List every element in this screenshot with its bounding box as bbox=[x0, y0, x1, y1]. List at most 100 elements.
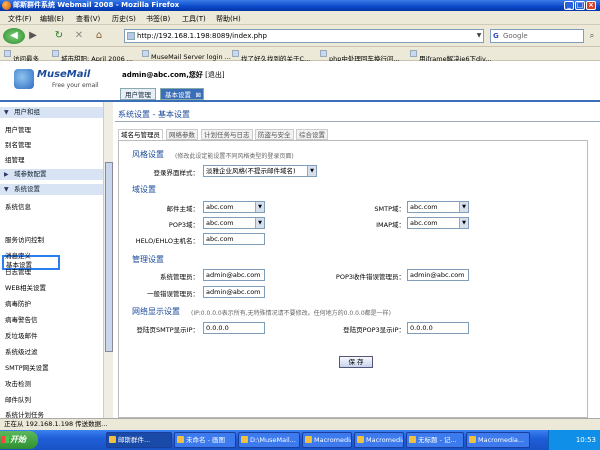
close-window-button[interactable]: × bbox=[586, 1, 596, 10]
sidebar-section-domain-config[interactable]: ▶ 域参数配置 bbox=[0, 169, 103, 180]
sidebar-item-virus-alert[interactable]: 病毒警告信 bbox=[5, 314, 38, 324]
system-tray: 10:53 bbox=[548, 430, 600, 450]
bookmark-most-visited[interactable]: 访问最多 bbox=[4, 50, 39, 63]
sidebar-item-service-access[interactable]: 服务访问控制 bbox=[5, 234, 44, 244]
helo-input[interactable]: abc.com bbox=[203, 233, 265, 245]
bookmark-icon bbox=[232, 50, 239, 57]
bookmark-1[interactable]: 城市甜阳: April 2006 ... bbox=[52, 50, 133, 63]
pop3-ip-input[interactable]: 0.0.0.0 bbox=[407, 322, 469, 334]
menu-view[interactable]: 查看(V) bbox=[76, 14, 100, 24]
reload-icon[interactable]: ↻ bbox=[52, 28, 66, 44]
menu-tools[interactable]: 工具(T) bbox=[182, 14, 206, 24]
imap-domain-select[interactable]: abc.com ▼ bbox=[407, 217, 469, 229]
bookmark-icon bbox=[52, 50, 59, 57]
sidebar-item-web-settings[interactable]: WEB相关设置 bbox=[5, 282, 46, 292]
chevron-down-icon: ▼ bbox=[307, 166, 316, 176]
sidebar-item-log-management[interactable]: 日志管理 bbox=[5, 266, 31, 276]
taskbar-item-notepad[interactable]: 无标题 - 记... bbox=[406, 432, 464, 448]
forward-icon[interactable]: ▶ bbox=[27, 28, 39, 44]
status-bar: 正在从 192.168.1.198 传送数据... bbox=[0, 418, 600, 430]
main-domain-value: abc.com bbox=[206, 203, 234, 211]
user-name: admin@abc.com,您好 bbox=[122, 71, 203, 79]
smtp-ip-input[interactable]: 0.0.0.0 bbox=[203, 322, 265, 334]
general-err-admin-input[interactable]: admin@abc.com bbox=[203, 286, 265, 298]
home-icon[interactable]: ⌂ bbox=[92, 28, 106, 44]
start-button[interactable]: 开始 bbox=[0, 431, 38, 449]
tab-basic-settings[interactable]: 基本设置 ⊠ bbox=[160, 88, 204, 100]
firefox-icon bbox=[2, 1, 11, 10]
google-icon: G bbox=[493, 32, 499, 40]
save-button[interactable]: 保 存 bbox=[339, 356, 373, 368]
subtab-network[interactable]: 网络参数 bbox=[166, 129, 198, 140]
sidebar-section-users-groups[interactable]: ▼ 用户和组 bbox=[0, 107, 103, 118]
sidebar-item-alias-management[interactable]: 别名管理 bbox=[5, 139, 31, 149]
taskbar-item-paint[interactable]: 未命名 - 画图 bbox=[174, 432, 236, 448]
bookmark-2[interactable]: MuseMail Server login ... bbox=[142, 50, 231, 61]
sidebar-item-anti-spam[interactable]: 反垃圾邮件 bbox=[5, 330, 38, 340]
menu-bar: 文件(F) 编辑(E) 查看(V) 历史(S) 书签(B) 工具(T) 帮助(H… bbox=[0, 11, 600, 25]
sidebar-item-system-info[interactable]: 系统信息 bbox=[5, 201, 31, 211]
sidebar-item-group-management[interactable]: 组管理 bbox=[5, 154, 25, 164]
sidebar-item-mail-queue[interactable]: 邮件队列 bbox=[5, 394, 31, 404]
login-style-value: 淡雅企业风格(不提示邮件域名) bbox=[206, 167, 296, 175]
menu-history[interactable]: 历史(S) bbox=[112, 14, 136, 24]
sidebar-section-system-settings[interactable]: ▼ 系统设置 bbox=[0, 184, 103, 195]
sidebar-scrollbar[interactable] bbox=[103, 102, 113, 418]
macromedia-icon bbox=[305, 436, 312, 443]
navigation-toolbar: ◀ ▶ ↻ ✕ ⌂ http://192.168.1.198:8089/inde… bbox=[0, 25, 600, 47]
minimize-button[interactable]: _ bbox=[564, 1, 574, 10]
general-err-admin-label: 一般错误管理员： bbox=[147, 290, 199, 298]
chevron-down-icon: ▼ bbox=[255, 202, 264, 212]
sidebar-item-attack-detection[interactable]: 攻击检测 bbox=[5, 378, 31, 388]
sidebar-item-smtp-gateway[interactable]: SMTP网关设置 bbox=[5, 362, 49, 372]
taskbar-item-macromedia-3[interactable]: Macromedia... bbox=[466, 432, 530, 448]
main-domain-select[interactable]: abc.com ▼ bbox=[203, 201, 265, 213]
section-network-note: (IP:0.0.0.0表示所有,无特殊情况请不要修改。任何地方的0.0.0.0都… bbox=[191, 310, 391, 317]
url-bar[interactable]: http://192.168.1.198:8089/index.php bbox=[124, 29, 484, 43]
sidebar-item-message-definition[interactable]: 消息定义 bbox=[5, 250, 31, 260]
menu-edit[interactable]: 编辑(E) bbox=[40, 14, 64, 24]
menu-file[interactable]: 文件(F) bbox=[8, 14, 32, 24]
main-domain-label: 邮件主域： bbox=[166, 205, 200, 213]
section-network-heading: 网络显示设置 bbox=[132, 307, 180, 316]
url-dropdown-icon[interactable]: ▼ bbox=[474, 29, 484, 43]
scrollbar-thumb[interactable] bbox=[105, 162, 113, 352]
smtp-domain-select[interactable]: abc.com ▼ bbox=[407, 201, 469, 213]
sidebar-item-virus-protection[interactable]: 病毒防护 bbox=[5, 298, 31, 308]
tab-user-management[interactable]: 用户管理 bbox=[120, 88, 156, 100]
pop3-err-admin-input[interactable]: admin@abc.com bbox=[407, 269, 469, 281]
bookmark-3[interactable]: 找了好久找到的关于C... bbox=[232, 50, 310, 63]
search-icon[interactable]: ⌕ bbox=[586, 28, 598, 44]
subtab-general[interactable]: 综合设置 bbox=[296, 129, 328, 140]
back-icon[interactable]: ◀ bbox=[3, 28, 25, 44]
sidebar-item-scheduled-tasks[interactable]: 系统计划任务 bbox=[5, 409, 44, 418]
smtp-domain-label: SMTP域： bbox=[374, 205, 405, 213]
taskbar-item-explorer[interactable]: D:\MuseMail... bbox=[238, 432, 300, 448]
stop-icon[interactable]: ✕ bbox=[72, 28, 86, 44]
sidebar-item-system-filter[interactable]: 系统级过滤 bbox=[5, 346, 38, 356]
menu-bookmarks[interactable]: 书签(B) bbox=[146, 14, 170, 24]
sys-admin-input[interactable]: admin@abc.com bbox=[203, 269, 265, 281]
subtab-security[interactable]: 防盗与安全 bbox=[255, 129, 294, 140]
notepad-icon bbox=[409, 436, 416, 443]
pop3-domain-label: POP3域： bbox=[168, 221, 199, 229]
menu-help[interactable]: 帮助(H) bbox=[216, 14, 241, 24]
taskbar-item-macromedia-2[interactable]: Macromedia... bbox=[354, 432, 404, 448]
logout-link[interactable]: [退出] bbox=[205, 71, 224, 79]
imap-domain-label: IMAP域： bbox=[376, 221, 405, 229]
search-input[interactable]: G Google bbox=[490, 29, 584, 43]
clock: 10:53 bbox=[575, 436, 596, 444]
taskbar-item-firefox[interactable]: 邮斯群件... bbox=[106, 432, 172, 448]
maximize-button[interactable]: □ bbox=[575, 1, 585, 10]
sidebar-item-user-management[interactable]: 用户管理 bbox=[5, 124, 31, 134]
section-domain-heading: 域设置 bbox=[132, 185, 156, 194]
login-style-select[interactable]: 淡雅企业风格(不提示邮件域名) ▼ bbox=[203, 165, 317, 177]
subtab-domain-admin[interactable]: 域名与管理员 bbox=[118, 129, 163, 140]
taskbar-item-macromedia-1[interactable]: Macromedia... bbox=[302, 432, 352, 448]
bookmark-icon bbox=[410, 50, 417, 57]
subtab-schedule-log[interactable]: 计划任务与日志 bbox=[201, 129, 253, 140]
pop3-domain-select[interactable]: abc.com ▼ bbox=[203, 217, 265, 229]
pop3-domain-value: abc.com bbox=[206, 219, 234, 227]
bookmark-5[interactable]: 用iframe解决ie6下div... bbox=[410, 50, 492, 63]
bookmark-4[interactable]: php中处理回车换行问... bbox=[320, 50, 400, 63]
